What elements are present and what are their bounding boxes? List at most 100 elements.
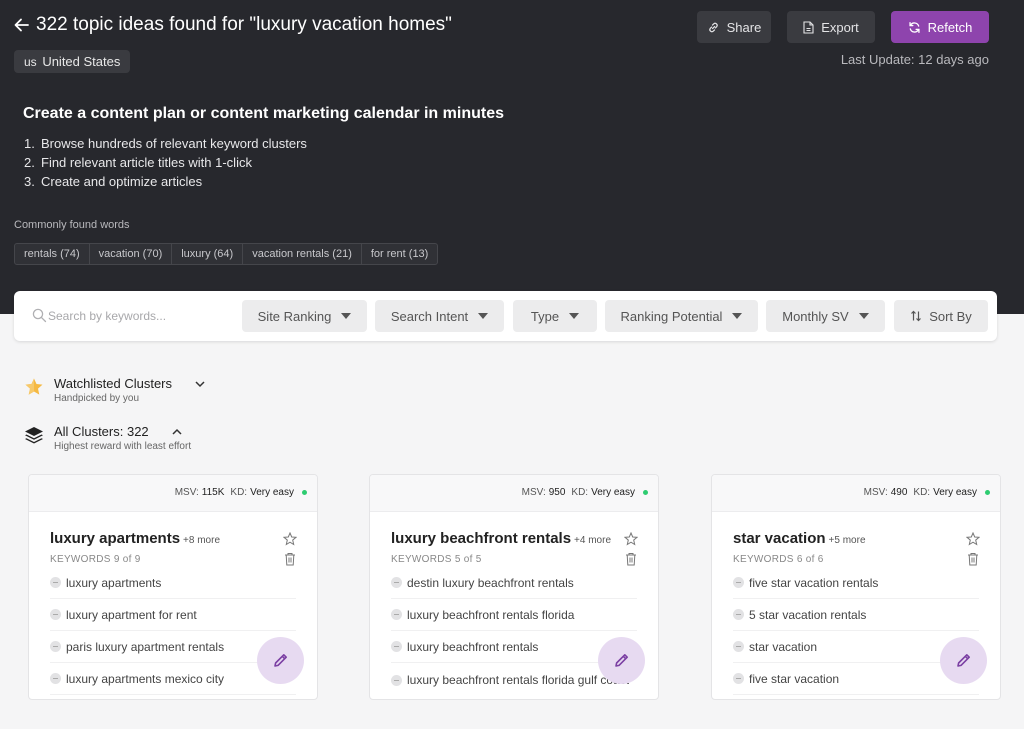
chevron-up-icon[interactable] xyxy=(170,425,184,439)
cluster-card[interactable]: MSV: 115K KD: Very easy luxury apartments +… xyxy=(28,474,318,700)
header-panel: 322 topic ideas found for "luxury vacati… xyxy=(0,0,1024,314)
promo-steps-list: 1. Browse hundreds of relevant keyword cl… xyxy=(24,134,307,191)
filter-bar: Site Ranking Search Intent Type Ranking … xyxy=(14,291,997,341)
sort-by-label: Sort By xyxy=(929,308,972,324)
keyword-item: 5 star vacation rentals xyxy=(733,599,979,631)
minus-icon[interactable] xyxy=(50,641,61,652)
word-chip[interactable]: for rent (13) xyxy=(360,243,439,265)
card-metrics-bar: MSV: 950 KD: Very easy xyxy=(370,475,658,512)
search-intent-dropdown[interactable]: Search Intent xyxy=(375,300,504,332)
all-clusters-section[interactable]: All Clusters: 322 Highest reward with le… xyxy=(24,424,224,456)
minus-icon[interactable] xyxy=(391,577,402,588)
sort-by-button[interactable]: Sort By xyxy=(894,300,988,332)
minus-icon[interactable] xyxy=(733,609,744,620)
card-metrics: MSV: 490 KD: Very easy xyxy=(864,487,990,498)
minus-icon[interactable] xyxy=(50,609,61,620)
promo-step: 1. Browse hundreds of relevant keyword cl… xyxy=(24,136,307,151)
kd-value: Very easy xyxy=(933,487,977,498)
share-label: Share xyxy=(726,19,762,35)
layers-icon xyxy=(25,427,43,444)
cluster-title[interactable]: luxury beachfront rentals +4 more xyxy=(391,530,611,547)
promo-step: 3. Create and optimize articles xyxy=(24,174,203,189)
cluster-card[interactable]: MSV: 950 KD: Very easy luxury beachfront r… xyxy=(369,474,659,700)
watchlisted-clusters-section[interactable]: Watchlisted Clusters Handpicked by you xyxy=(24,376,224,408)
minus-icon[interactable] xyxy=(391,675,402,686)
export-label: Export xyxy=(821,19,859,35)
trash-icon[interactable] xyxy=(625,552,637,566)
star-icon xyxy=(25,378,43,395)
country-code: us xyxy=(24,55,37,69)
promo-step: 2. Find relevant article titles with 1-cl… xyxy=(24,155,252,170)
keyword-list: luxury apartments luxury apartment for r… xyxy=(50,567,296,695)
page-title: 322 topic ideas found for "luxury vacati… xyxy=(36,14,452,35)
chevron-down-icon[interactable] xyxy=(193,377,207,391)
promo-heading: Create a content plan or content marketi… xyxy=(23,105,504,122)
all-clusters-subtitle: Highest reward with least effort xyxy=(54,441,192,452)
minus-icon[interactable] xyxy=(391,609,402,620)
star-outline-icon[interactable] xyxy=(966,532,980,546)
ranking-potential-label: Ranking Potential xyxy=(620,308,723,324)
type-dropdown[interactable]: Type xyxy=(513,300,597,332)
site-ranking-dropdown[interactable]: Site Ranking xyxy=(242,300,367,332)
cluster-title[interactable]: luxury apartments +8 more xyxy=(50,530,220,547)
minus-icon[interactable] xyxy=(733,673,744,684)
keywords-count: KEYWORDS 9 of 9 xyxy=(50,554,141,565)
edit-button[interactable] xyxy=(940,637,987,684)
keyword-item: five star vacation rentals xyxy=(733,567,979,599)
export-button[interactable]: Export xyxy=(787,11,875,43)
star-outline-icon[interactable] xyxy=(624,532,638,546)
monthly-sv-dropdown[interactable]: Monthly SV xyxy=(766,300,885,332)
word-chip[interactable]: rentals (74) xyxy=(14,243,90,265)
watchlisted-title: Watchlisted Clusters xyxy=(54,376,172,391)
caret-down-icon xyxy=(732,313,743,319)
minus-icon[interactable] xyxy=(50,673,61,684)
cluster-card[interactable]: MSV: 490 KD: Very easy star vacation +5 mor… xyxy=(711,474,1001,700)
keyword-list: five star vacation rentals 5 star vacati… xyxy=(733,567,979,695)
common-words-group: rentals (74) vacation (70) luxury (64) v… xyxy=(14,243,439,265)
word-chip[interactable]: vacation (70) xyxy=(88,243,173,265)
type-label: Type xyxy=(530,308,560,324)
caret-down-icon xyxy=(478,313,489,319)
pencil-icon xyxy=(615,654,628,667)
minus-icon[interactable] xyxy=(391,641,402,652)
share-button[interactable]: Share xyxy=(697,11,771,43)
common-words-label: Commonly found words xyxy=(14,219,130,231)
difficulty-dot xyxy=(643,490,648,495)
word-chip[interactable]: vacation rentals (21) xyxy=(242,243,362,265)
edit-button[interactable] xyxy=(598,637,645,684)
keyword-list: destin luxury beachfront rentals luxury … xyxy=(391,567,637,699)
keywords-count: KEYWORDS 5 of 5 xyxy=(391,554,482,565)
back-arrow-icon[interactable] xyxy=(12,14,32,36)
difficulty-dot xyxy=(985,490,990,495)
msv-value: 950 xyxy=(548,487,566,498)
monthly-sv-label: Monthly SV xyxy=(782,308,849,324)
card-metrics-bar: MSV: 115K KD: Very easy xyxy=(29,475,317,512)
refetch-label: Refetch xyxy=(927,19,973,35)
link-icon xyxy=(708,22,718,32)
more-count: +5 more xyxy=(828,535,866,546)
card-metrics-bar: MSV: 490 KD: Very easy xyxy=(712,475,1000,512)
minus-icon[interactable] xyxy=(733,641,744,652)
minus-icon[interactable] xyxy=(50,577,61,588)
refetch-button[interactable]: Refetch xyxy=(891,11,989,43)
ranking-potential-dropdown[interactable]: Ranking Potential xyxy=(605,300,758,332)
watchlisted-subtitle: Handpicked by you xyxy=(54,393,140,404)
star-outline-icon[interactable] xyxy=(283,532,297,546)
more-count: +4 more xyxy=(574,535,612,546)
last-update-text: Last Update: 12 days ago xyxy=(840,52,989,67)
site-ranking-label: Site Ranking xyxy=(257,308,332,324)
caret-down-icon xyxy=(341,313,352,319)
keyword-search-input[interactable] xyxy=(48,305,233,327)
minus-icon[interactable] xyxy=(733,577,744,588)
trash-icon[interactable] xyxy=(967,552,979,566)
edit-button[interactable] xyxy=(257,637,304,684)
keywords-count: KEYWORDS 6 of 6 xyxy=(733,554,824,565)
difficulty-dot xyxy=(302,490,307,495)
msv-value: 115K xyxy=(201,487,225,498)
caret-down-icon xyxy=(858,313,869,319)
file-icon xyxy=(803,20,814,34)
pencil-icon xyxy=(957,654,970,667)
cluster-title[interactable]: star vacation +5 more xyxy=(733,530,866,547)
trash-icon[interactable] xyxy=(284,552,296,566)
word-chip[interactable]: luxury (64) xyxy=(171,243,244,265)
